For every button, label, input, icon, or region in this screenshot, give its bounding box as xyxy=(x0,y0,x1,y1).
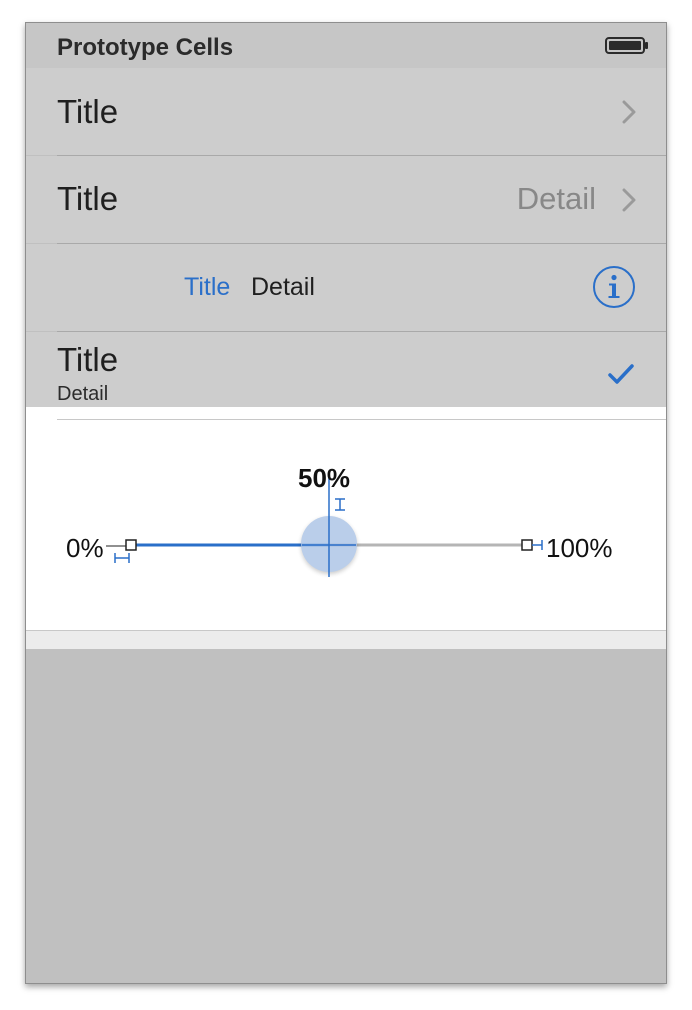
cell-detail: Detail xyxy=(516,181,596,216)
constraint-marker-right xyxy=(532,540,543,550)
slider-min-label: 0% xyxy=(66,533,104,563)
cell-detail: Detail xyxy=(251,273,315,301)
constraint-marker-top xyxy=(335,498,345,511)
cell-title: Title xyxy=(57,180,119,217)
chevron-right-icon xyxy=(622,100,636,124)
constraint-handle-left[interactable] xyxy=(125,539,137,551)
slider-value-label: 50% xyxy=(298,463,351,493)
chevron-right-icon xyxy=(622,188,636,212)
cell-title: Title xyxy=(184,273,231,301)
info-icon[interactable] xyxy=(592,265,636,309)
table-row-subtitle[interactable]: Title Detail xyxy=(26,332,666,407)
constraint-marker-left xyxy=(114,553,130,563)
slider-canvas xyxy=(106,472,543,577)
iphone-canvas: Prototype Cells Title Title Detail Title… xyxy=(25,22,667,984)
cell-title: Title xyxy=(57,341,119,378)
cell-title: Title xyxy=(57,93,119,130)
checkmark-icon xyxy=(608,364,634,384)
table-row-right-detail[interactable]: Title Detail xyxy=(26,156,666,244)
status-bar: Prototype Cells xyxy=(26,23,666,68)
section-title: Prototype Cells xyxy=(57,34,234,61)
cell-footer-divider xyxy=(26,630,666,649)
table-row-left-detail[interactable]: Title Detail xyxy=(26,244,666,332)
battery-icon xyxy=(605,37,648,54)
cell-subtitle: Detail xyxy=(57,383,109,405)
table-row-basic[interactable]: Title xyxy=(26,68,666,156)
slider-max-label: 100% xyxy=(546,533,613,563)
slider-cell: 50% 0% 100% xyxy=(26,407,666,649)
constraint-handle-right[interactable] xyxy=(521,539,533,551)
